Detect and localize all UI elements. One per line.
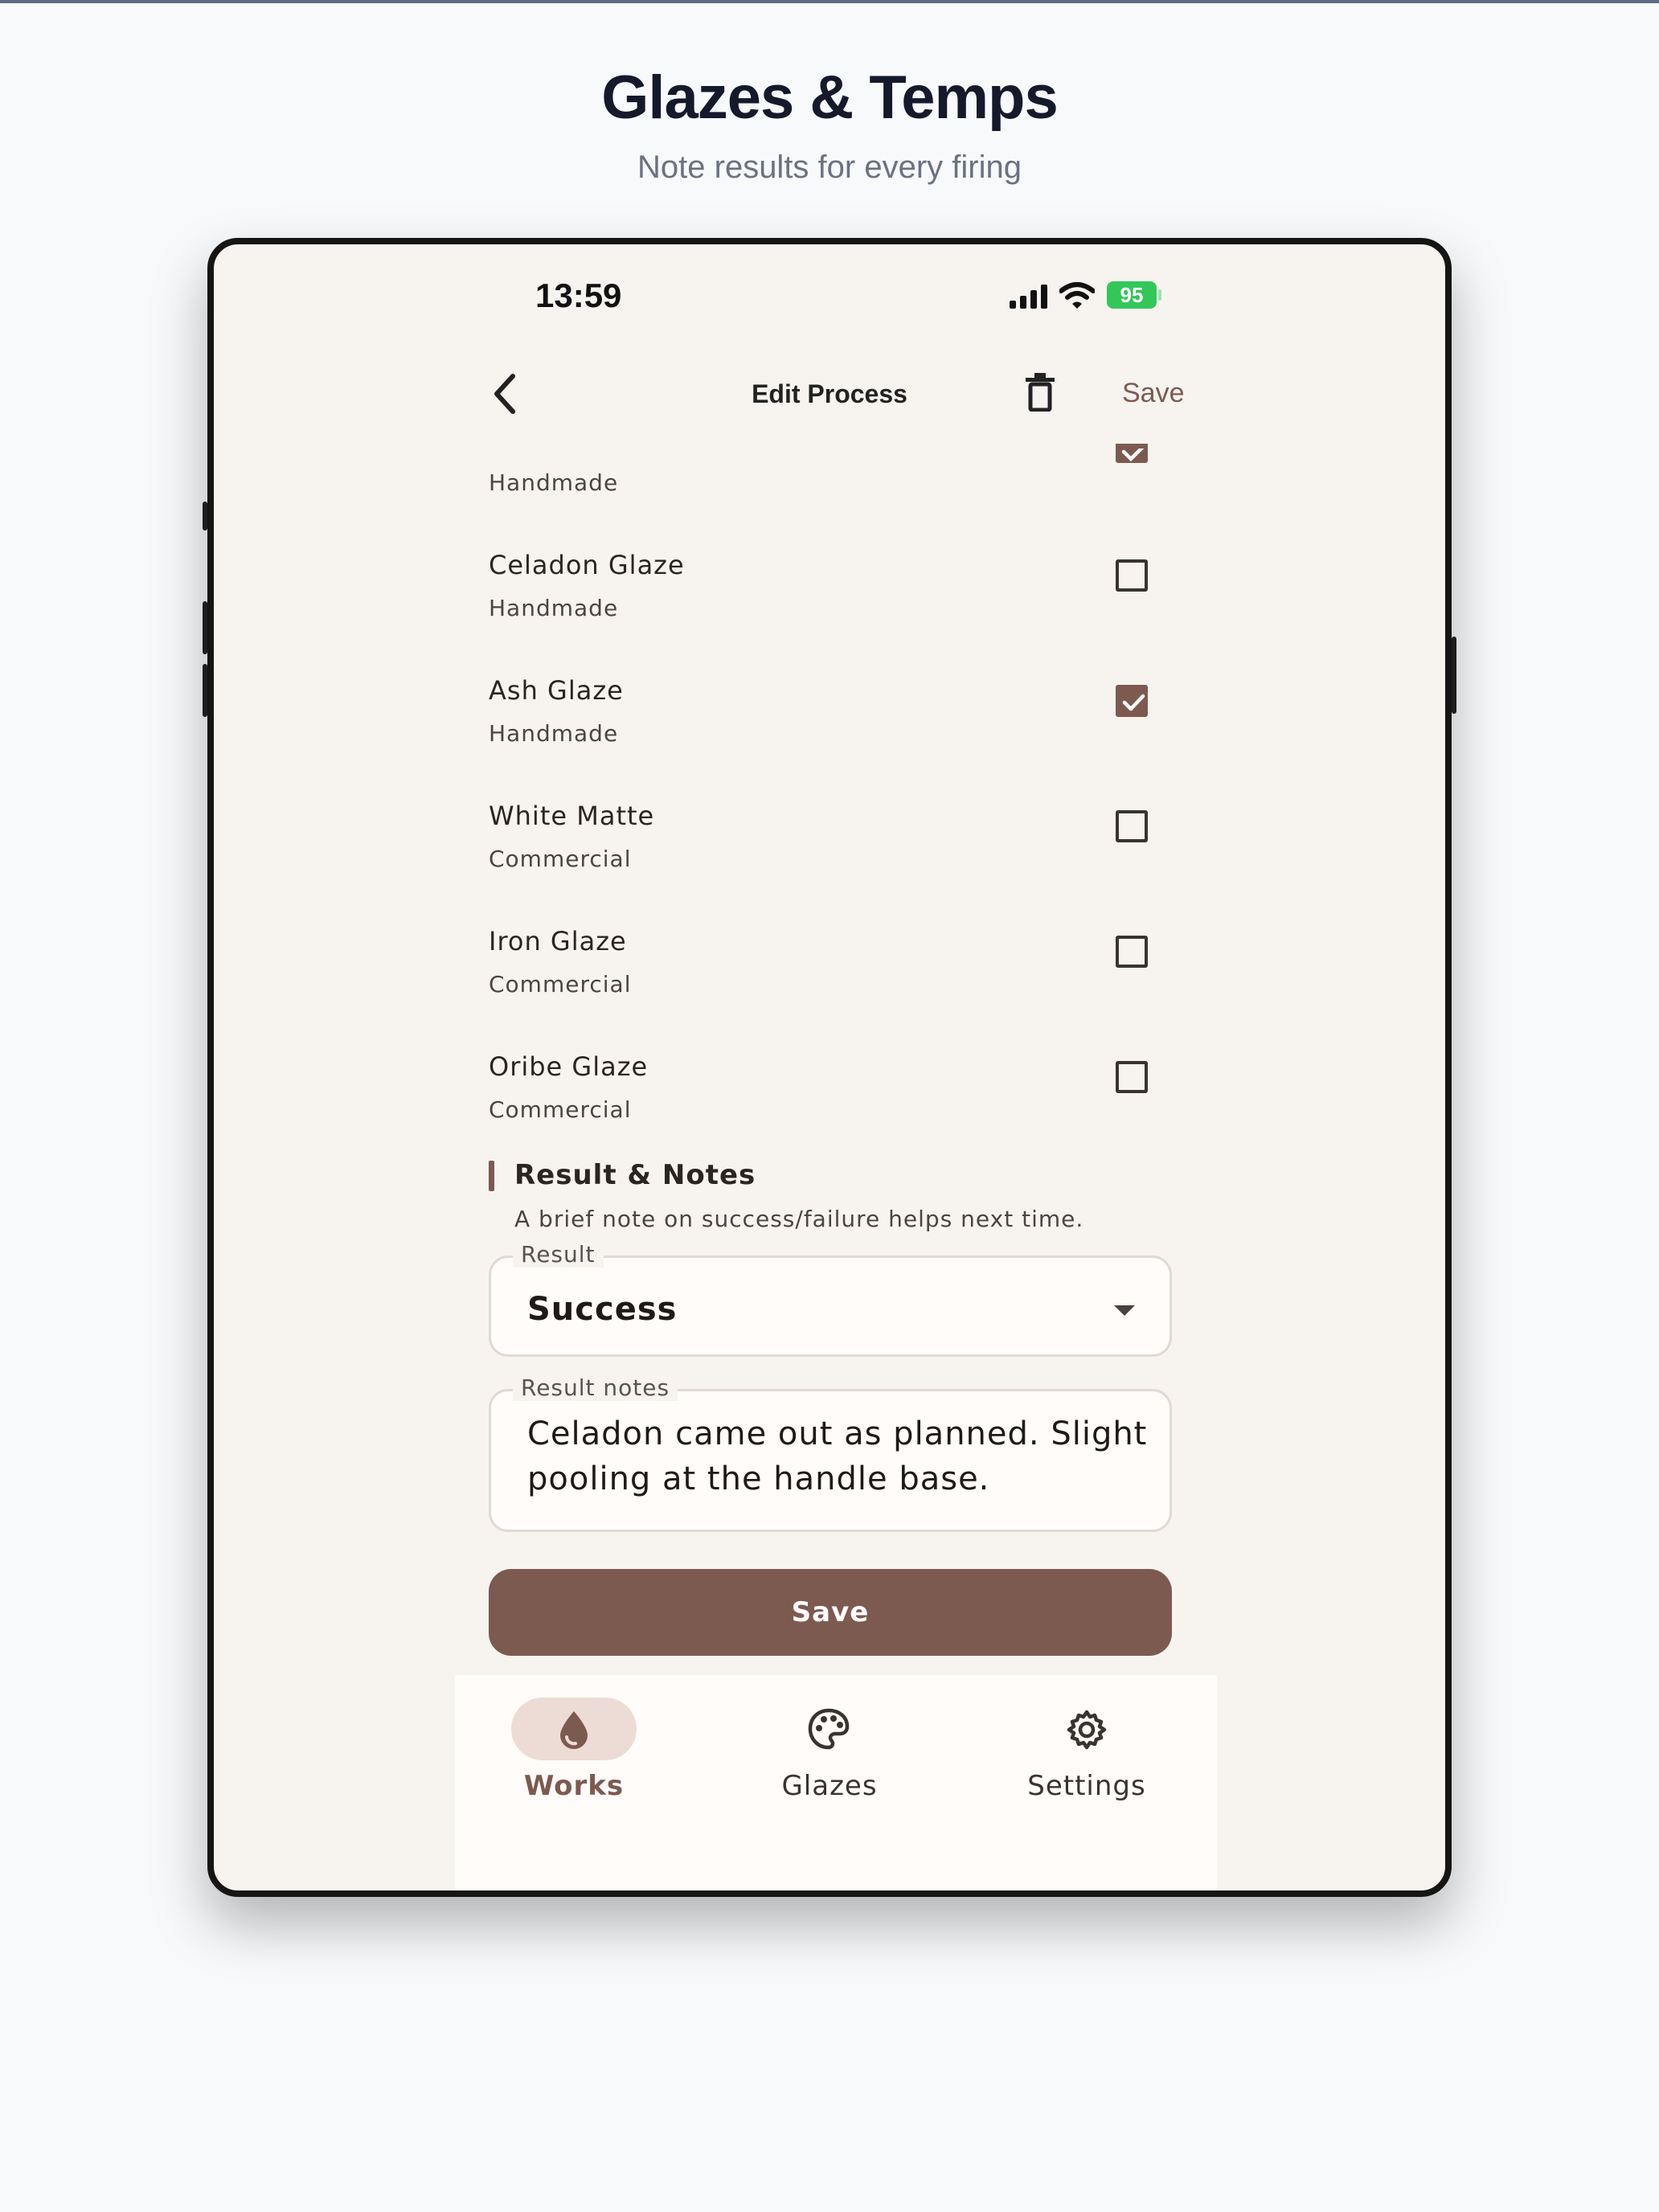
- section-subtitle: A brief note on success/failure helps ne…: [514, 1206, 1084, 1232]
- glaze-item-name: Celadon Glaze: [489, 550, 685, 580]
- glaze-item-partial-sub: Handmade: [489, 469, 619, 496]
- glaze-checkbox-oribe[interactable]: [1116, 1061, 1148, 1093]
- app-screen: 13:59 95 Edit Process Save Handmade Cela…: [214, 244, 1445, 1890]
- status-time: 13:59: [535, 276, 622, 314]
- glaze-item-sub: Commercial: [489, 846, 632, 872]
- glaze-item-sub: Commercial: [489, 1096, 632, 1123]
- battery-tip: [1158, 289, 1161, 301]
- water-drop-icon[interactable]: [556, 1709, 592, 1751]
- tab-glazes[interactable]: Glazes: [749, 1770, 910, 1802]
- battery-indicator: 95: [1107, 281, 1157, 309]
- hero-title: Glazes & Temps: [601, 63, 1058, 132]
- glaze-item-name: Ash Glaze: [489, 675, 624, 706]
- result-notes-value: Celadon came out as planned. Slight pool…: [527, 1415, 1148, 1497]
- trash-icon[interactable]: [1024, 373, 1056, 412]
- section-title: Result & Notes: [514, 1159, 756, 1191]
- device-power-button: [1452, 637, 1456, 714]
- nav-save-button[interactable]: Save: [1122, 378, 1185, 409]
- glaze-item-name: Iron Glaze: [489, 926, 627, 956]
- top-accent-line: [0, 0, 1659, 3]
- gear-icon[interactable]: [1066, 1709, 1108, 1751]
- page-title: Edit Process: [752, 379, 907, 408]
- dropdown-arrow-icon[interactable]: [1114, 1305, 1135, 1316]
- glaze-item-name: Oribe Glaze: [489, 1051, 649, 1082]
- tab-settings[interactable]: Settings: [1006, 1770, 1167, 1802]
- glaze-checkbox-white-matte[interactable]: [1116, 810, 1148, 842]
- glaze-item-sub: Handmade: [489, 595, 619, 621]
- glaze-item-sub: Handmade: [489, 720, 619, 747]
- wifi-icon: [1059, 282, 1095, 309]
- section-accent-bar: [489, 1161, 494, 1191]
- glaze-checkbox-ash[interactable]: [1116, 685, 1148, 717]
- save-button[interactable]: Save: [489, 1569, 1172, 1656]
- signal-icon: [1010, 285, 1047, 309]
- glaze-checkbox-celadon[interactable]: [1116, 559, 1148, 592]
- glaze-checkbox-iron[interactable]: [1116, 936, 1148, 968]
- tab-works[interactable]: Works: [494, 1770, 654, 1802]
- hero-subtitle: Note results for every firing: [637, 150, 1022, 185]
- result-label: Result: [513, 1241, 604, 1268]
- glaze-item-name: White Matte: [489, 801, 655, 831]
- glaze-item-sub: Commercial: [489, 971, 632, 997]
- glaze-checkbox-partial[interactable]: [1116, 444, 1148, 463]
- result-notes-label: Result notes: [513, 1374, 678, 1401]
- palette-icon[interactable]: [807, 1707, 850, 1751]
- result-value: Success: [527, 1291, 678, 1328]
- tablet-frame: 13:59 95 Edit Process Save Handmade Cela…: [207, 238, 1452, 1897]
